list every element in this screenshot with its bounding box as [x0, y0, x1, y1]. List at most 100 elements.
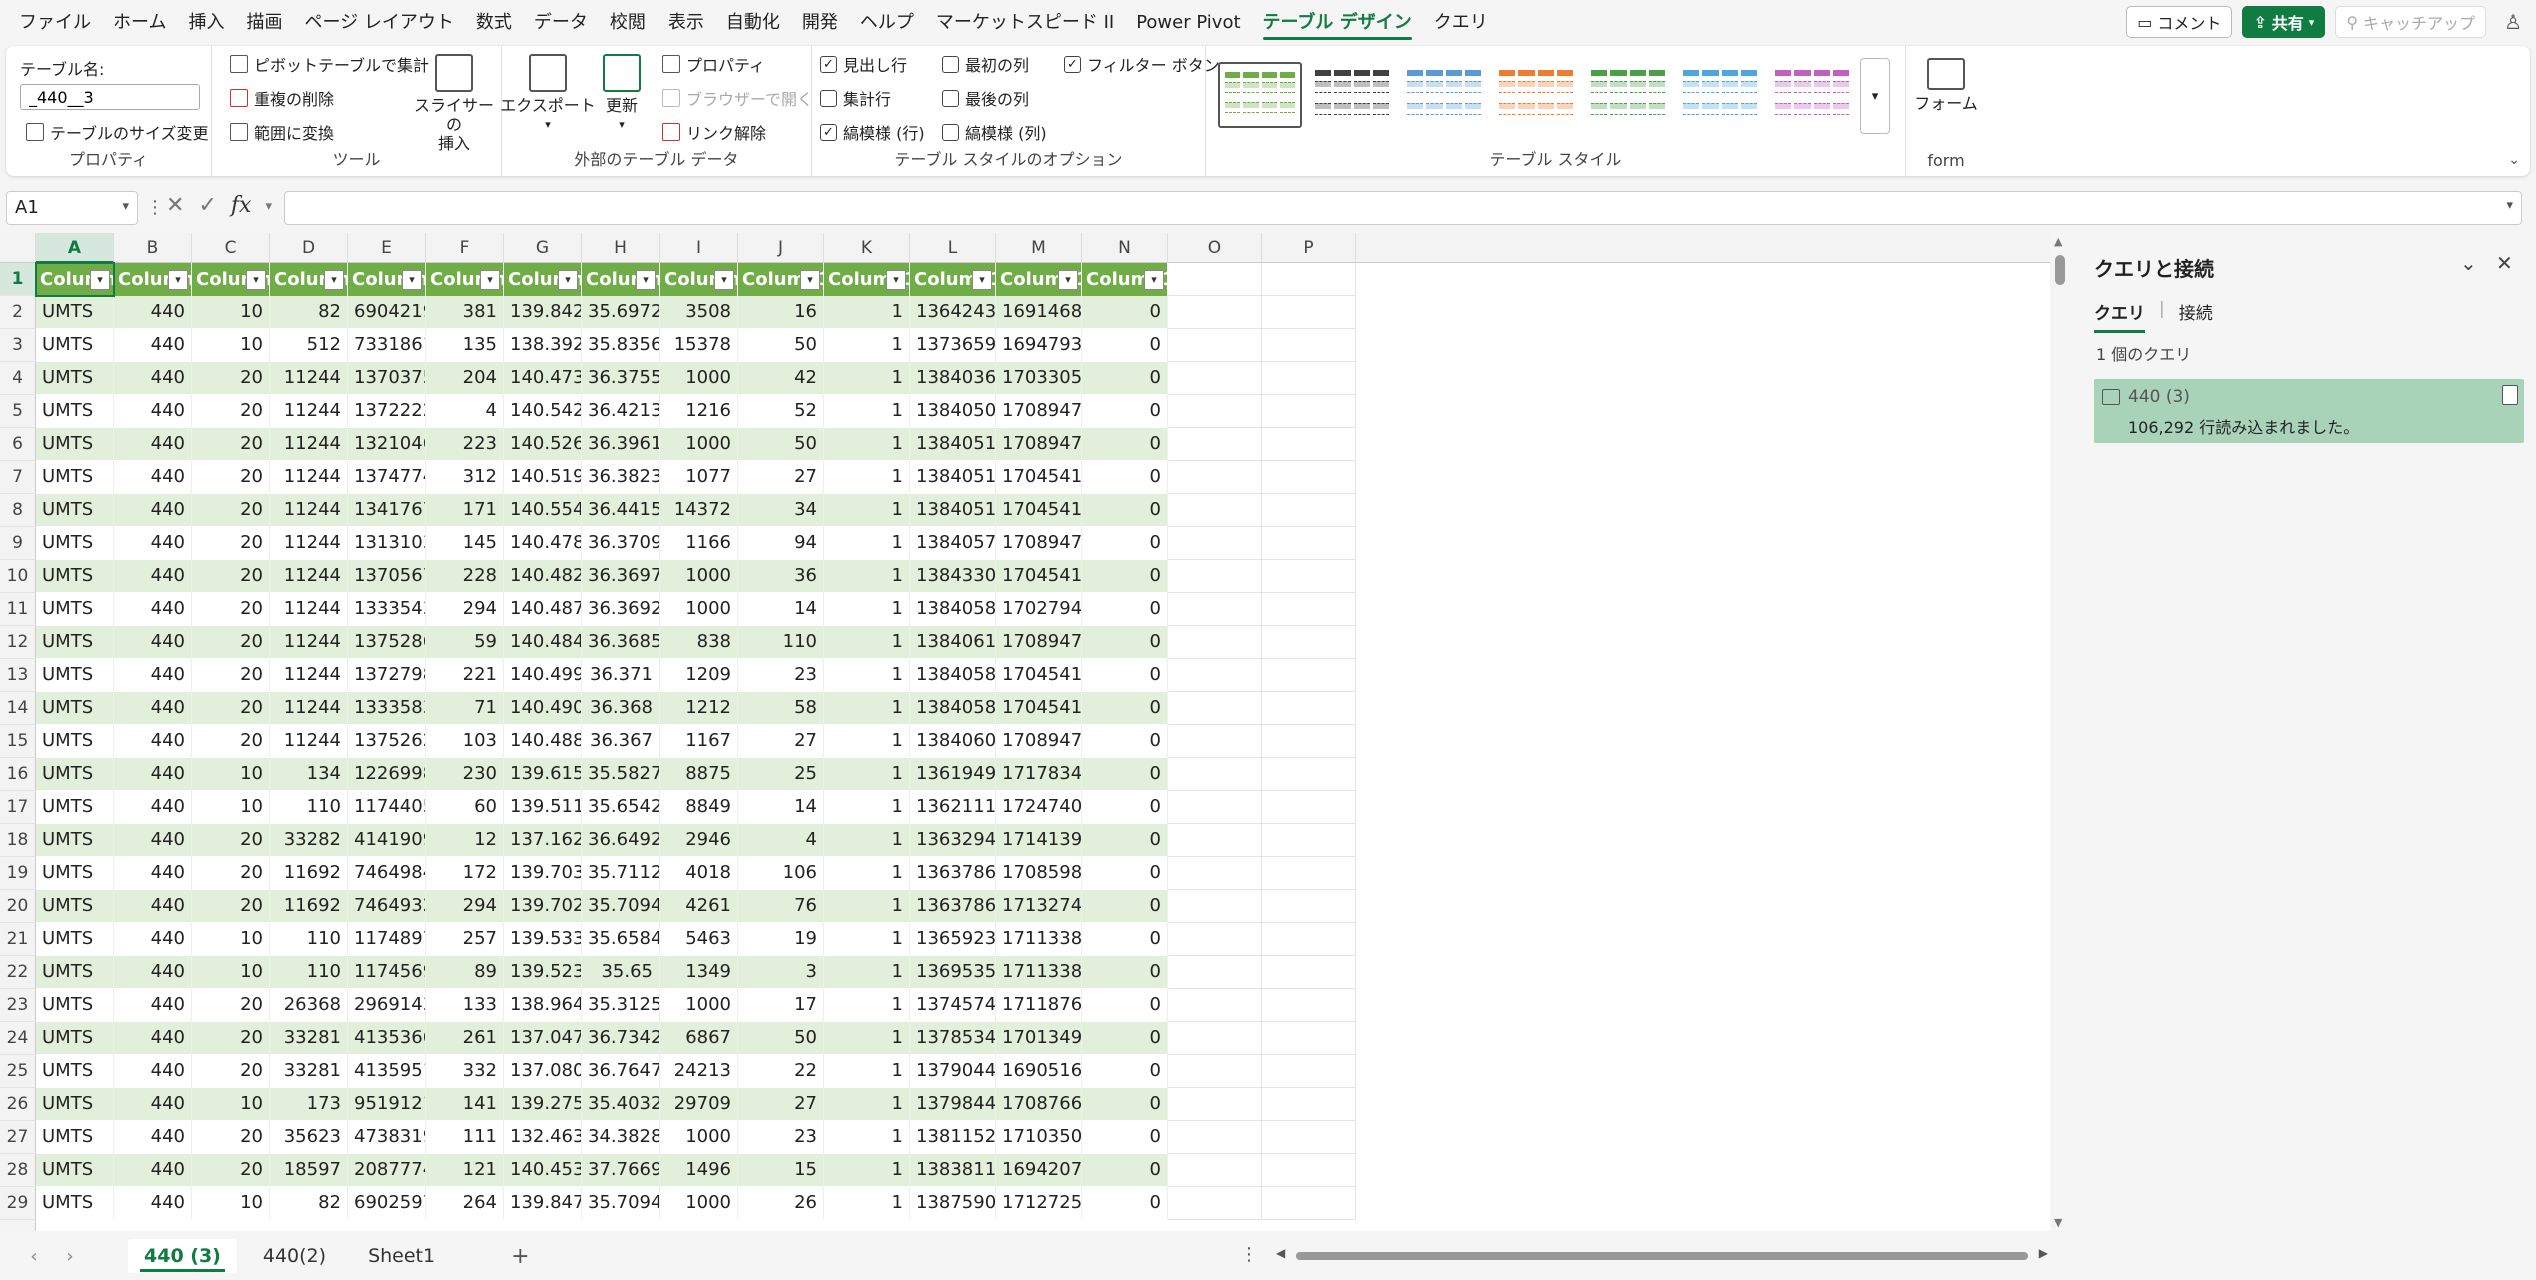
menu-item[interactable]: 描画	[235, 0, 293, 46]
table-cell[interactable]: 138.9645	[504, 989, 582, 1022]
table-cell[interactable]: 8849	[660, 791, 738, 824]
table-cell[interactable]: 140.5423	[504, 395, 582, 428]
column-header[interactable]: L	[910, 233, 996, 263]
table-cell[interactable]: UMTS	[36, 1022, 114, 1055]
table-cell[interactable]: 12	[426, 824, 504, 857]
table-cell[interactable]: 11244	[270, 527, 348, 560]
table-cell[interactable]: 440	[114, 296, 192, 329]
empty-cell[interactable]	[1262, 593, 1356, 626]
table-cell[interactable]: 141	[426, 1088, 504, 1121]
table-cell[interactable]: 17	[738, 989, 824, 1022]
table-cell[interactable]: 60	[426, 791, 504, 824]
vertical-scroll-thumb[interactable]	[2055, 255, 2065, 285]
table-cell[interactable]: 1704541215	[996, 560, 1082, 593]
table-cell[interactable]: 42	[738, 362, 824, 395]
table-column-header[interactable]: Column9▾	[660, 263, 738, 296]
empty-cell[interactable]	[1168, 659, 1262, 692]
row-header[interactable]: 29	[0, 1187, 36, 1220]
table-cell[interactable]: 1349	[660, 956, 738, 989]
table-cell[interactable]: 20	[192, 428, 270, 461]
table-cell[interactable]: 26	[738, 1187, 824, 1220]
table-cell[interactable]: 1000	[660, 989, 738, 1022]
table-cell[interactable]: 36.371	[582, 659, 660, 692]
table-cell[interactable]: 1	[824, 593, 910, 626]
add-sheet-button[interactable]: +	[511, 1244, 529, 1269]
table-cell[interactable]: 1690516267	[996, 1055, 1082, 1088]
empty-cell[interactable]	[1262, 1022, 1356, 1055]
table-cell[interactable]: 1	[824, 1088, 910, 1121]
table-cell[interactable]: UMTS	[36, 593, 114, 626]
tab-connections[interactable]: 接続	[2179, 299, 2213, 333]
table-cell[interactable]: 440	[114, 527, 192, 560]
table-cell[interactable]: 294	[426, 890, 504, 923]
refresh-button[interactable]: 更新 ▾	[594, 54, 650, 134]
table-cell[interactable]: 0	[1082, 1121, 1168, 1154]
table-cell[interactable]: 20	[192, 857, 270, 890]
table-cell[interactable]: 23	[738, 659, 824, 692]
row-header[interactable]: 13	[0, 659, 36, 692]
empty-cell[interactable]	[1262, 890, 1356, 923]
table-cell[interactable]: 1363786902	[910, 857, 996, 890]
table-cell[interactable]: 264	[426, 1187, 504, 1220]
table-cell[interactable]: 50	[738, 428, 824, 461]
table-cell[interactable]: 440	[114, 560, 192, 593]
table-cell[interactable]: 22	[738, 1055, 824, 1088]
table-cell[interactable]: 36.367	[582, 725, 660, 758]
empty-cell[interactable]	[1262, 527, 1356, 560]
table-cell[interactable]: 1	[824, 890, 910, 923]
table-cell[interactable]: 1711338079	[996, 956, 1082, 989]
table-cell[interactable]: 11244	[270, 362, 348, 395]
table-column-header[interactable]: Column6▾	[426, 263, 504, 296]
table-cell[interactable]: 0	[1082, 329, 1168, 362]
table-cell[interactable]: 440	[114, 725, 192, 758]
table-cell[interactable]: 36.368	[582, 692, 660, 725]
table-cell[interactable]: 1375262	[348, 725, 426, 758]
filter-dropdown-icon[interactable]: ▾	[886, 270, 906, 290]
table-cell[interactable]: 1	[824, 692, 910, 725]
table-cell[interactable]: 1362111369	[910, 791, 996, 824]
empty-cell[interactable]	[1168, 1022, 1262, 1055]
table-cell[interactable]: 1	[824, 362, 910, 395]
table-cell[interactable]: 145	[426, 527, 504, 560]
table-cell[interactable]: 1341767	[348, 494, 426, 527]
empty-cell[interactable]	[1262, 758, 1356, 791]
table-cell[interactable]: 1000	[660, 428, 738, 461]
table-cell[interactable]: 11244	[270, 461, 348, 494]
table-cell[interactable]: 33282	[270, 824, 348, 857]
filter-dropdown-icon[interactable]: ▾	[402, 270, 422, 290]
sheet-tab[interactable]: 440 (3)	[128, 1239, 237, 1273]
table-cell[interactable]: 1	[824, 857, 910, 890]
table-cell[interactable]: 0	[1082, 560, 1168, 593]
table-cell[interactable]: UMTS	[36, 758, 114, 791]
empty-cell[interactable]	[1262, 956, 1356, 989]
filter-dropdown-icon[interactable]: ▾	[558, 270, 578, 290]
table-cell[interactable]: 1333543	[348, 593, 426, 626]
table-cell[interactable]: 35.7112	[582, 857, 660, 890]
table-cell[interactable]: 135	[426, 329, 504, 362]
filter-dropdown-icon[interactable]: ▾	[1144, 270, 1164, 290]
table-cell[interactable]: UMTS	[36, 956, 114, 989]
table-cell[interactable]: 1365923488	[910, 923, 996, 956]
table-cell[interactable]: 117489757	[348, 923, 426, 956]
table-cell[interactable]: 0	[1082, 824, 1168, 857]
table-cell[interactable]: UMTS	[36, 1121, 114, 1154]
empty-cell[interactable]	[1262, 296, 1356, 329]
table-cell[interactable]: 1708598461	[996, 857, 1082, 890]
table-cell[interactable]: 1212	[660, 692, 738, 725]
table-cell[interactable]: 440	[114, 1121, 192, 1154]
row-header[interactable]: 4	[0, 362, 36, 395]
table-cell[interactable]: 41419092	[348, 824, 426, 857]
table-cell[interactable]: 1383811852	[910, 1154, 996, 1187]
table-cell[interactable]: 35.8356	[582, 329, 660, 362]
filter-dropdown-icon[interactable]: ▾	[1058, 270, 1078, 290]
table-cell[interactable]: 1	[824, 725, 910, 758]
row-header[interactable]: 24	[0, 1022, 36, 1055]
table-cell[interactable]: 0	[1082, 395, 1168, 428]
table-cell[interactable]: 1	[824, 428, 910, 461]
table-cell[interactable]: 50	[738, 329, 824, 362]
row-header[interactable]: 22	[0, 956, 36, 989]
menu-item[interactable]: テーブル デザイン	[1252, 0, 1423, 46]
table-cell[interactable]: 440	[114, 494, 192, 527]
table-cell[interactable]: 11244	[270, 692, 348, 725]
remove-duplicates-button[interactable]: 重複の削除	[230, 86, 334, 110]
